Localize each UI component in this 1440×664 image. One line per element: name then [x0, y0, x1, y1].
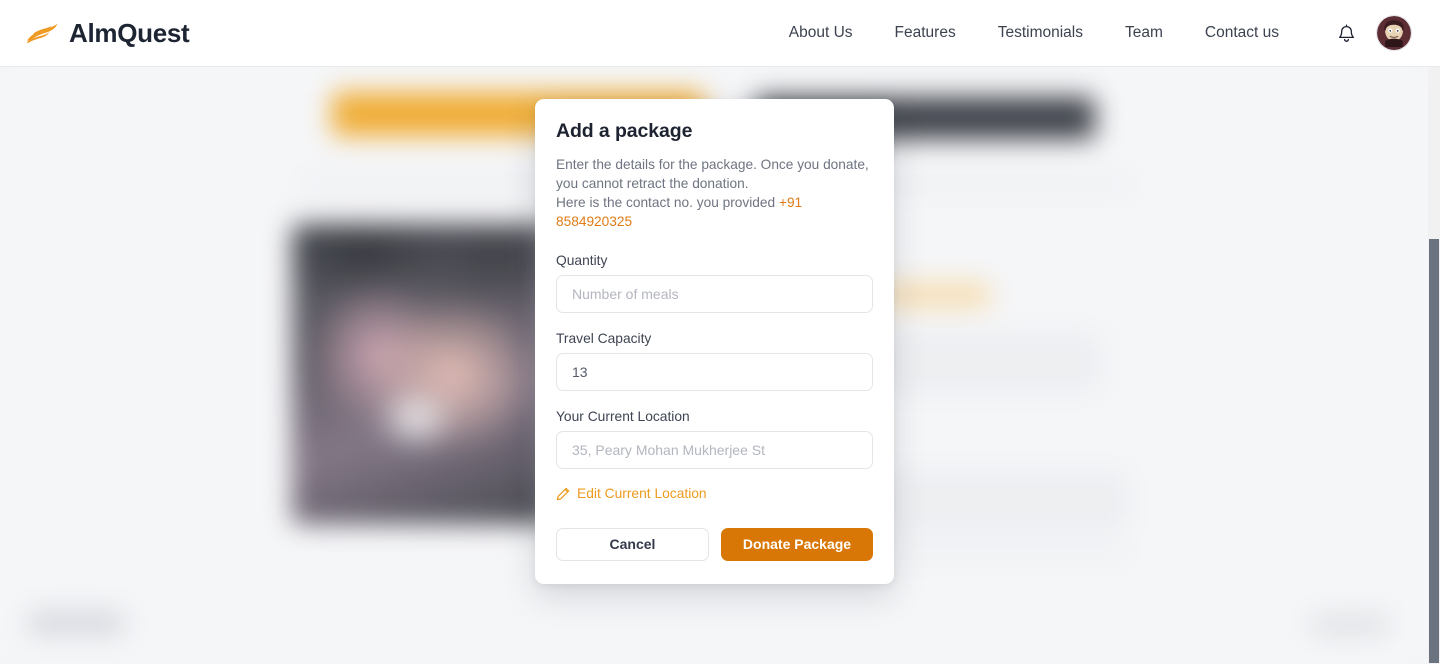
- user-avatar[interactable]: [1376, 15, 1412, 51]
- brand-name: AlmQuest: [69, 18, 190, 48]
- wing-logo-icon: [25, 20, 59, 46]
- edit-current-location-button[interactable]: Edit Current Location: [556, 486, 707, 501]
- app-root: AlmQuest About Us Features Testimonials …: [0, 0, 1440, 664]
- nav-item-contact-us[interactable]: Contact us: [1184, 16, 1300, 50]
- field-quantity: Quantity: [556, 253, 873, 313]
- modal-description-line-3: Here is the contact no. you provided: [556, 195, 776, 210]
- add-package-modal: Add a package Enter the details for the …: [535, 99, 894, 584]
- site-header: AlmQuest About Us Features Testimonials …: [0, 0, 1440, 67]
- donate-package-button[interactable]: Donate Package: [721, 527, 873, 561]
- bell-icon[interactable]: [1334, 21, 1358, 45]
- current-location-input[interactable]: [556, 431, 873, 469]
- field-label-travel-capacity: Travel Capacity: [556, 331, 652, 346]
- nav-item-team[interactable]: Team: [1104, 16, 1184, 50]
- brand-logo-link[interactable]: AlmQuest: [25, 18, 190, 48]
- modal-actions: Cancel Donate Package: [556, 527, 873, 561]
- field-travel-capacity: Travel Capacity: [556, 331, 873, 391]
- modal-description-line-1: Enter the details for the package. Once …: [556, 157, 869, 172]
- field-label-quantity: Quantity: [556, 253, 608, 268]
- field-label-current-location: Your Current Location: [556, 409, 690, 424]
- page-scrollbar-thumb[interactable]: [1428, 238, 1440, 664]
- modal-description-line-2: you cannot retract the donation.: [556, 176, 749, 191]
- header-actions: [1334, 15, 1412, 51]
- quantity-input[interactable]: [556, 275, 873, 313]
- page-scrollbar-track[interactable]: [1428, 67, 1440, 664]
- field-current-location: Your Current Location: [556, 409, 873, 469]
- travel-capacity-input[interactable]: [556, 353, 873, 391]
- nav-item-features[interactable]: Features: [874, 16, 977, 50]
- nav-item-about-us[interactable]: About Us: [768, 16, 874, 50]
- cancel-button[interactable]: Cancel: [556, 527, 709, 561]
- main-navigation: About Us Features Testimonials Team Cont…: [768, 16, 1300, 50]
- edit-current-location-label: Edit Current Location: [577, 486, 707, 501]
- nav-item-testimonials[interactable]: Testimonials: [977, 16, 1104, 50]
- modal-title: Add a package: [556, 120, 693, 142]
- pencil-icon: [556, 487, 570, 501]
- modal-description: Enter the details for the package. Once …: [556, 155, 873, 231]
